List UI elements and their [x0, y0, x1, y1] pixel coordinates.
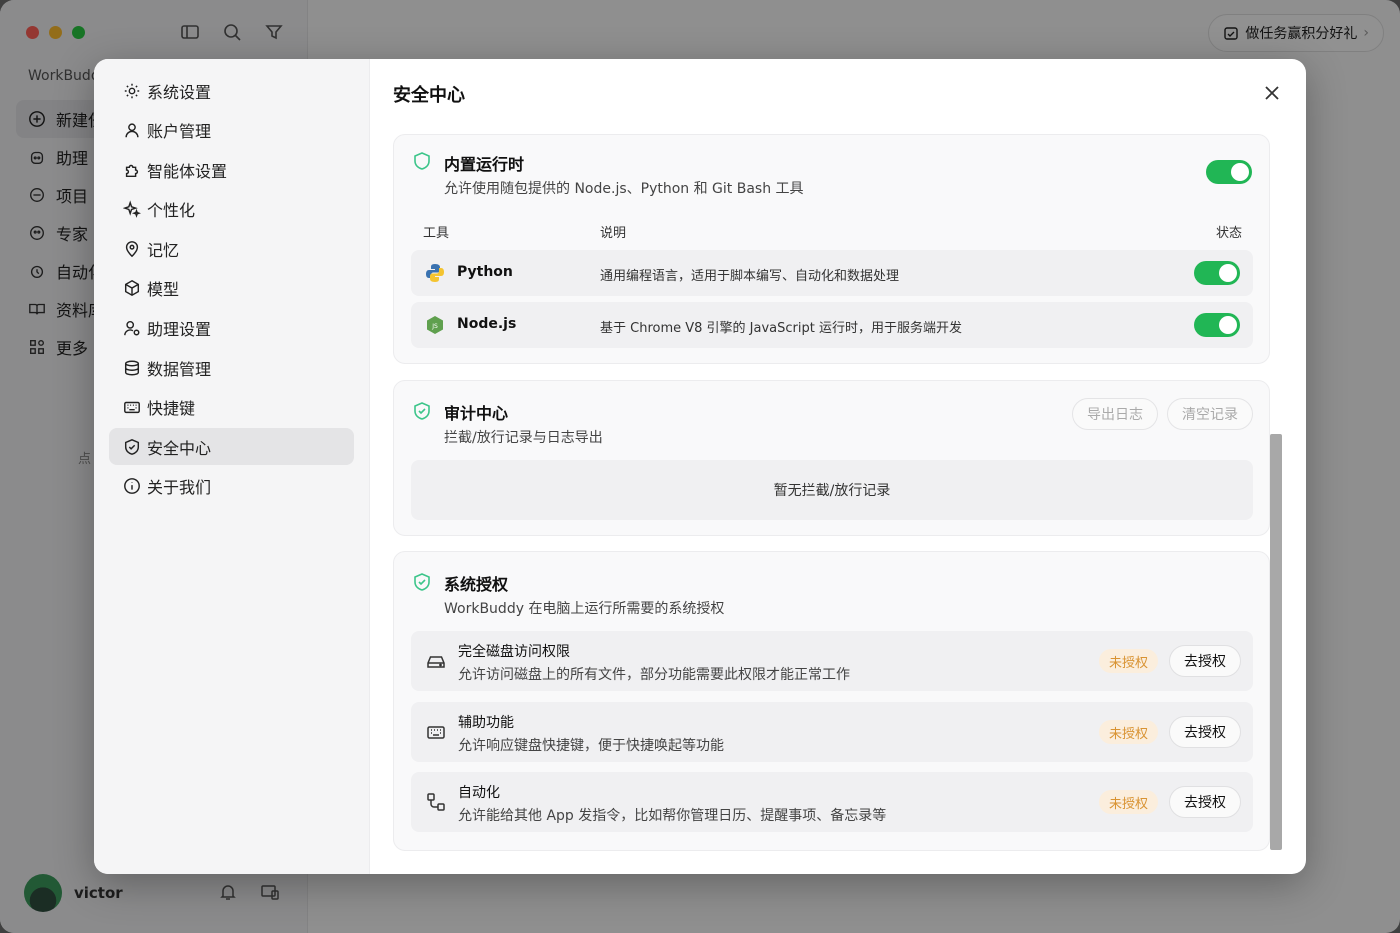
tool-row-python: Python 通用编程语言，适用于脚本编写、自动化和数据处理 — [411, 250, 1253, 296]
settings-nav-label: 助理设置 — [147, 320, 212, 340]
info-icon — [124, 478, 140, 495]
perm-desc: 允许访问磁盘上的所有文件，部分功能需要此权限才能正常工作 — [458, 667, 850, 683]
runtime-subtitle: 允许使用随包提供的 Node.js、Python 和 Git Bash 工具 — [444, 181, 804, 197]
column-header-tool: 工具 — [423, 226, 450, 241]
tool-name: Python — [457, 264, 513, 280]
nodejs-logo-icon: JS — [427, 316, 443, 334]
clear-records-button[interactable]: 清空记录 — [1167, 398, 1253, 430]
hard-drive-icon — [427, 656, 445, 668]
python-toggle[interactable] — [1194, 261, 1240, 285]
settings-nav-label: 账户管理 — [147, 122, 212, 142]
status-badge: 未授权 — [1099, 649, 1159, 673]
tool-desc: 通用编程语言，适用于脚本编写、自动化和数据处理 — [600, 269, 900, 284]
settings-nav-data[interactable]: 数据管理 — [109, 349, 354, 386]
grant-automation-button[interactable]: 去授权 — [1169, 786, 1241, 818]
settings-nav-label: 安全中心 — [147, 438, 212, 458]
auth-subtitle: WorkBuddy 在电脑上运行所需要的系统授权 — [444, 601, 725, 617]
audit-empty-state: 暂无拦截/放行记录 — [411, 460, 1253, 520]
auth-title: 系统授权 — [444, 575, 509, 594]
gear-icon — [124, 83, 140, 98]
user-gear-icon — [124, 321, 140, 336]
scrollbar[interactable] — [1270, 434, 1282, 850]
shield-check-icon — [414, 573, 430, 591]
tool-name: Node.js — [457, 316, 517, 332]
keyboard-icon — [427, 726, 445, 739]
settings-nav-account[interactable]: 账户管理 — [109, 112, 354, 149]
settings-nav-label: 系统设置 — [147, 82, 212, 102]
nodejs-toggle[interactable] — [1194, 313, 1240, 337]
settings-nav-label: 个性化 — [147, 201, 196, 221]
status-badge: 未授权 — [1099, 720, 1159, 744]
settings-nav-shortcuts[interactable]: 快捷键 — [109, 389, 354, 426]
export-log-button[interactable]: 导出日志 — [1072, 398, 1158, 430]
svg-text:JS: JS — [431, 323, 438, 330]
cube-icon — [124, 280, 140, 297]
user-icon — [125, 123, 139, 138]
python-logo-icon — [426, 264, 444, 282]
audit-title: 审计中心 — [444, 404, 509, 423]
tool-desc: 基于 Chrome V8 引擎的 JavaScript 运行时，用于服务端开发 — [600, 321, 962, 336]
settings-modal: 系统设置 账户管理 智能体设置 个性化 记忆 模型 助理设置 数据管理 快捷键 … — [94, 59, 1306, 874]
grant-disk-button[interactable]: 去授权 — [1169, 645, 1241, 677]
settings-content: 安全中心 内置运行时 允许使用随包提供的 Node.js、Python 和 Gi… — [370, 59, 1306, 874]
puzzle-icon — [125, 164, 139, 177]
perm-name: 自动化 — [458, 785, 500, 801]
settings-nav-agent[interactable]: 智能体设置 — [109, 151, 354, 188]
perm-desc: 允许响应键盘快捷键，便于快捷唤起等功能 — [458, 738, 724, 754]
settings-nav-label: 数据管理 — [147, 359, 212, 379]
sparkle-icon — [123, 200, 141, 219]
shield-check-icon — [414, 402, 430, 420]
runtime-toggle[interactable] — [1206, 160, 1252, 184]
settings-nav-label: 智能体设置 — [147, 161, 228, 181]
settings-nav-label: 模型 — [147, 280, 180, 300]
shield-icon — [414, 152, 430, 170]
settings-nav-assistant[interactable]: 助理设置 — [109, 310, 354, 347]
settings-sidebar: 系统设置 账户管理 智能体设置 个性化 记忆 模型 助理设置 数据管理 快捷键 … — [94, 59, 370, 874]
tool-row-nodejs: JS Node.js 基于 Chrome V8 引擎的 JavaScript 运… — [411, 302, 1253, 348]
status-badge: 未授权 — [1099, 790, 1159, 814]
column-header-desc: 说明 — [600, 226, 627, 241]
grant-accessibility-button[interactable]: 去授权 — [1169, 716, 1241, 748]
close-icon[interactable] — [1260, 81, 1284, 105]
runtime-card: 内置运行时 允许使用随包提供的 Node.js、Python 和 Git Bas… — [393, 134, 1270, 364]
perm-name: 辅助功能 — [458, 715, 514, 731]
location-pin-icon — [125, 241, 139, 258]
auth-card: 系统授权 WorkBuddy 在电脑上运行所需要的系统授权 完全磁盘访问权限 允… — [393, 551, 1270, 851]
perm-row-disk: 完全磁盘访问权限 允许访问磁盘上的所有文件，部分功能需要此权限才能正常工作 未授… — [411, 631, 1253, 691]
settings-nav-system[interactable]: 系统设置 — [109, 72, 354, 109]
runtime-title: 内置运行时 — [444, 155, 525, 174]
automation-icon — [427, 793, 445, 811]
settings-nav-memory[interactable]: 记忆 — [109, 230, 354, 267]
keyboard-icon — [124, 402, 140, 414]
database-icon — [124, 360, 140, 376]
shield-check-icon — [124, 438, 140, 455]
audit-card: 审计中心 拦截/放行记录与日志导出 导出日志 清空记录 暂无拦截/放行记录 — [393, 380, 1270, 536]
settings-nav-label: 关于我们 — [147, 478, 212, 498]
settings-nav-model[interactable]: 模型 — [109, 270, 354, 307]
perm-row-automation: 自动化 允许能给其他 App 发指令，比如帮你管理日历、提醒事项、备忘录等 未授… — [411, 772, 1253, 832]
settings-nav-security[interactable]: 安全中心 — [109, 428, 354, 466]
settings-nav-about[interactable]: 关于我们 — [109, 468, 354, 505]
perm-row-accessibility: 辅助功能 允许响应键盘快捷键，便于快捷唤起等功能 未授权 去授权 — [411, 702, 1253, 762]
audit-subtitle: 拦截/放行记录与日志导出 — [444, 430, 603, 446]
perm-name: 完全磁盘访问权限 — [458, 644, 570, 660]
settings-nav-personalize[interactable]: 个性化 — [109, 191, 354, 228]
page-title: 安全中心 — [393, 85, 465, 106]
settings-nav-label: 快捷键 — [147, 399, 196, 419]
settings-nav-label: 记忆 — [147, 240, 180, 260]
perm-desc: 允许能给其他 App 发指令，比如帮你管理日历、提醒事项、备忘录等 — [458, 808, 887, 824]
column-header-status: 状态 — [1216, 226, 1243, 241]
